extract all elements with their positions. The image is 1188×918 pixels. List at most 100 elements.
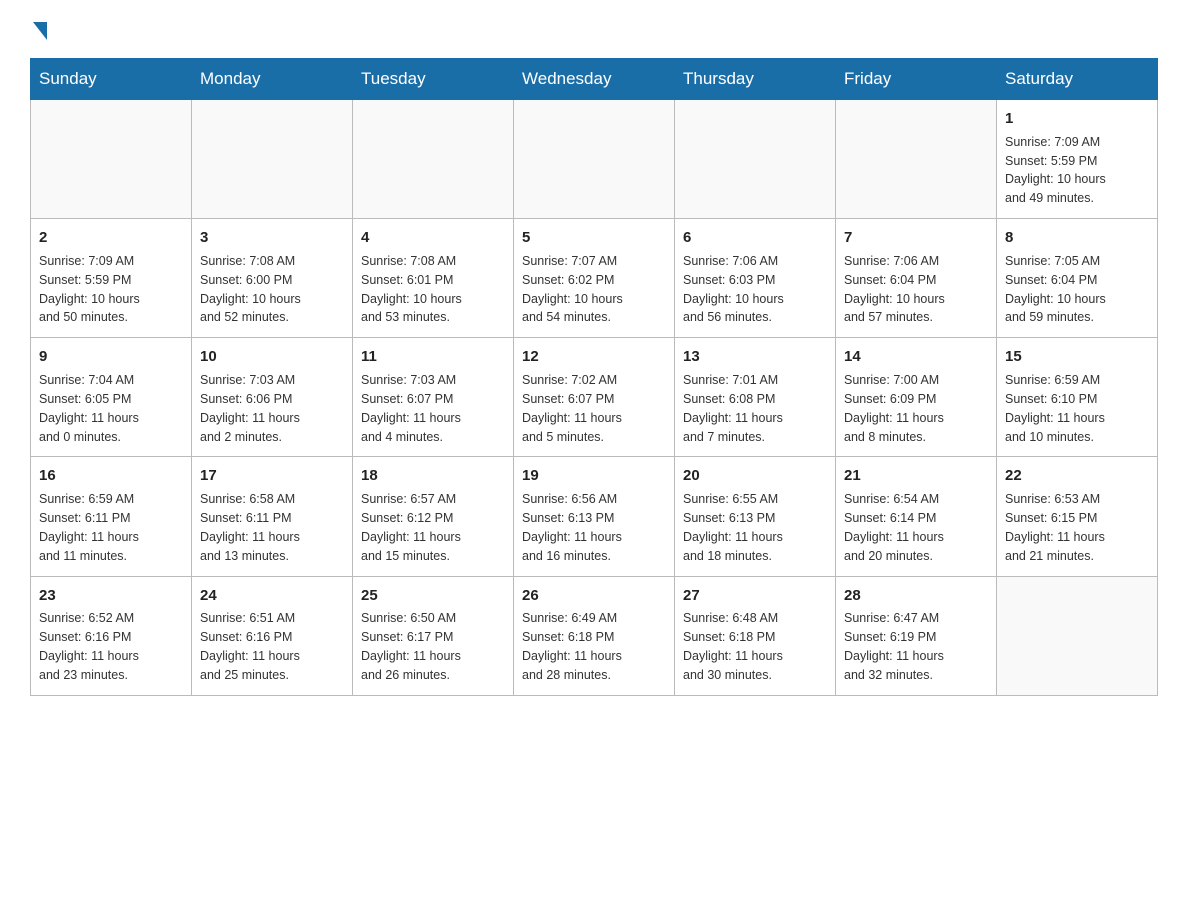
day-number: 24: [200, 585, 344, 607]
day-number: 2: [39, 227, 183, 249]
calendar-week-row: 9 Sunrise: 7:04 AMSunset: 6:05 PMDaylight…: [31, 338, 1158, 457]
day-number: 16: [39, 465, 183, 487]
day-number: 13: [683, 346, 827, 368]
day-info: Sunrise: 6:58 AMSunset: 6:11 PMDaylight:…: [200, 492, 300, 563]
day-number: 22: [1005, 465, 1149, 487]
day-number: 12: [522, 346, 666, 368]
logo-arrow-icon: [33, 22, 47, 40]
day-info: Sunrise: 6:49 AMSunset: 6:18 PMDaylight:…: [522, 611, 622, 682]
day-info: Sunrise: 6:57 AMSunset: 6:12 PMDaylight:…: [361, 492, 461, 563]
calendar-cell: 18 Sunrise: 6:57 AMSunset: 6:12 PMDayligh…: [353, 457, 514, 576]
calendar-cell: 14 Sunrise: 7:00 AMSunset: 6:09 PMDayligh…: [836, 338, 997, 457]
day-number: 20: [683, 465, 827, 487]
calendar-cell: 6 Sunrise: 7:06 AMSunset: 6:03 PMDaylight…: [675, 219, 836, 338]
day-number: 15: [1005, 346, 1149, 368]
calendar-cell: 26 Sunrise: 6:49 AMSunset: 6:18 PMDayligh…: [514, 576, 675, 695]
day-info: Sunrise: 7:07 AMSunset: 6:02 PMDaylight:…: [522, 254, 623, 325]
day-number: 28: [844, 585, 988, 607]
day-number: 14: [844, 346, 988, 368]
day-info: Sunrise: 7:08 AMSunset: 6:01 PMDaylight:…: [361, 254, 462, 325]
calendar-cell: 28 Sunrise: 6:47 AMSunset: 6:19 PMDayligh…: [836, 576, 997, 695]
calendar-cell: [997, 576, 1158, 695]
calendar-cell: 7 Sunrise: 7:06 AMSunset: 6:04 PMDaylight…: [836, 219, 997, 338]
calendar-cell: 12 Sunrise: 7:02 AMSunset: 6:07 PMDayligh…: [514, 338, 675, 457]
calendar-cell: [836, 100, 997, 219]
day-of-week-header: Tuesday: [353, 59, 514, 100]
calendar-cell: 13 Sunrise: 7:01 AMSunset: 6:08 PMDayligh…: [675, 338, 836, 457]
day-of-week-header: Sunday: [31, 59, 192, 100]
day-number: 8: [1005, 227, 1149, 249]
day-number: 11: [361, 346, 505, 368]
day-info: Sunrise: 6:53 AMSunset: 6:15 PMDaylight:…: [1005, 492, 1105, 563]
day-number: 25: [361, 585, 505, 607]
calendar-cell: [353, 100, 514, 219]
day-info: Sunrise: 6:48 AMSunset: 6:18 PMDaylight:…: [683, 611, 783, 682]
calendar-cell: 9 Sunrise: 7:04 AMSunset: 6:05 PMDaylight…: [31, 338, 192, 457]
logo: [30, 20, 47, 40]
day-info: Sunrise: 6:51 AMSunset: 6:16 PMDaylight:…: [200, 611, 300, 682]
calendar-week-row: 2 Sunrise: 7:09 AMSunset: 5:59 PMDaylight…: [31, 219, 1158, 338]
day-info: Sunrise: 7:06 AMSunset: 6:04 PMDaylight:…: [844, 254, 945, 325]
calendar-week-row: 1 Sunrise: 7:09 AMSunset: 5:59 PMDaylight…: [31, 100, 1158, 219]
calendar-cell: 11 Sunrise: 7:03 AMSunset: 6:07 PMDayligh…: [353, 338, 514, 457]
day-of-week-header: Friday: [836, 59, 997, 100]
day-info: Sunrise: 7:06 AMSunset: 6:03 PMDaylight:…: [683, 254, 784, 325]
day-number: 7: [844, 227, 988, 249]
day-info: Sunrise: 6:52 AMSunset: 6:16 PMDaylight:…: [39, 611, 139, 682]
day-of-week-header: Saturday: [997, 59, 1158, 100]
calendar-cell: [675, 100, 836, 219]
calendar-cell: 23 Sunrise: 6:52 AMSunset: 6:16 PMDayligh…: [31, 576, 192, 695]
day-info: Sunrise: 7:02 AMSunset: 6:07 PMDaylight:…: [522, 373, 622, 444]
day-info: Sunrise: 7:09 AMSunset: 5:59 PMDaylight:…: [39, 254, 140, 325]
day-info: Sunrise: 7:09 AMSunset: 5:59 PMDaylight:…: [1005, 135, 1106, 206]
day-of-week-header: Monday: [192, 59, 353, 100]
calendar-cell: 1 Sunrise: 7:09 AMSunset: 5:59 PMDaylight…: [997, 100, 1158, 219]
day-info: Sunrise: 6:54 AMSunset: 6:14 PMDaylight:…: [844, 492, 944, 563]
day-number: 1: [1005, 108, 1149, 130]
day-of-week-header: Wednesday: [514, 59, 675, 100]
day-number: 5: [522, 227, 666, 249]
day-info: Sunrise: 6:47 AMSunset: 6:19 PMDaylight:…: [844, 611, 944, 682]
day-info: Sunrise: 6:50 AMSunset: 6:17 PMDaylight:…: [361, 611, 461, 682]
day-number: 4: [361, 227, 505, 249]
calendar-cell: [514, 100, 675, 219]
calendar-cell: 25 Sunrise: 6:50 AMSunset: 6:17 PMDayligh…: [353, 576, 514, 695]
calendar-cell: 8 Sunrise: 7:05 AMSunset: 6:04 PMDaylight…: [997, 219, 1158, 338]
day-number: 10: [200, 346, 344, 368]
day-number: 3: [200, 227, 344, 249]
calendar-cell: 24 Sunrise: 6:51 AMSunset: 6:16 PMDayligh…: [192, 576, 353, 695]
calendar-cell: 17Sunrise: 6:58 AMSunset: 6:11 PMDayligh…: [192, 457, 353, 576]
day-info: Sunrise: 7:03 AMSunset: 6:07 PMDaylight:…: [361, 373, 461, 444]
calendar-week-row: 16 Sunrise: 6:59 AMSunset: 6:11 PMDayligh…: [31, 457, 1158, 576]
day-info: Sunrise: 6:55 AMSunset: 6:13 PMDaylight:…: [683, 492, 783, 563]
day-info: Sunrise: 7:08 AMSunset: 6:00 PMDaylight:…: [200, 254, 301, 325]
calendar-cell: 2 Sunrise: 7:09 AMSunset: 5:59 PMDaylight…: [31, 219, 192, 338]
calendar-cell: 15 Sunrise: 6:59 AMSunset: 6:10 PMDayligh…: [997, 338, 1158, 457]
calendar-cell: 10 Sunrise: 7:03 AMSunset: 6:06 PMDayligh…: [192, 338, 353, 457]
day-info: Sunrise: 7:00 AMSunset: 6:09 PMDaylight:…: [844, 373, 944, 444]
day-number: 18: [361, 465, 505, 487]
day-info: Sunrise: 7:01 AMSunset: 6:08 PMDaylight:…: [683, 373, 783, 444]
day-number: 26: [522, 585, 666, 607]
day-info: Sunrise: 7:05 AMSunset: 6:04 PMDaylight:…: [1005, 254, 1106, 325]
day-info: Sunrise: 7:04 AMSunset: 6:05 PMDaylight:…: [39, 373, 139, 444]
calendar-cell: [31, 100, 192, 219]
day-info: Sunrise: 7:03 AMSunset: 6:06 PMDaylight:…: [200, 373, 300, 444]
calendar-cell: 22 Sunrise: 6:53 AMSunset: 6:15 PMDayligh…: [997, 457, 1158, 576]
day-info: Sunrise: 6:56 AMSunset: 6:13 PMDaylight:…: [522, 492, 622, 563]
day-number: 27: [683, 585, 827, 607]
day-info: Sunrise: 6:59 AMSunset: 6:10 PMDaylight:…: [1005, 373, 1105, 444]
calendar-cell: 20 Sunrise: 6:55 AMSunset: 6:13 PMDayligh…: [675, 457, 836, 576]
calendar-cell: 19 Sunrise: 6:56 AMSunset: 6:13 PMDayligh…: [514, 457, 675, 576]
calendar-cell: 27 Sunrise: 6:48 AMSunset: 6:18 PMDayligh…: [675, 576, 836, 695]
calendar-cell: 16 Sunrise: 6:59 AMSunset: 6:11 PMDayligh…: [31, 457, 192, 576]
day-number: 23: [39, 585, 183, 607]
calendar-cell: 21Sunrise: 6:54 AMSunset: 6:14 PMDayligh…: [836, 457, 997, 576]
day-number: 9: [39, 346, 183, 368]
day-info: Sunrise: 6:59 AMSunset: 6:11 PMDaylight:…: [39, 492, 139, 563]
calendar-header-row: SundayMondayTuesdayWednesdayThursdayFrid…: [31, 59, 1158, 100]
calendar-week-row: 23 Sunrise: 6:52 AMSunset: 6:16 PMDayligh…: [31, 576, 1158, 695]
day-number: 19: [522, 465, 666, 487]
day-number: 6: [683, 227, 827, 249]
calendar-cell: 4 Sunrise: 7:08 AMSunset: 6:01 PMDaylight…: [353, 219, 514, 338]
